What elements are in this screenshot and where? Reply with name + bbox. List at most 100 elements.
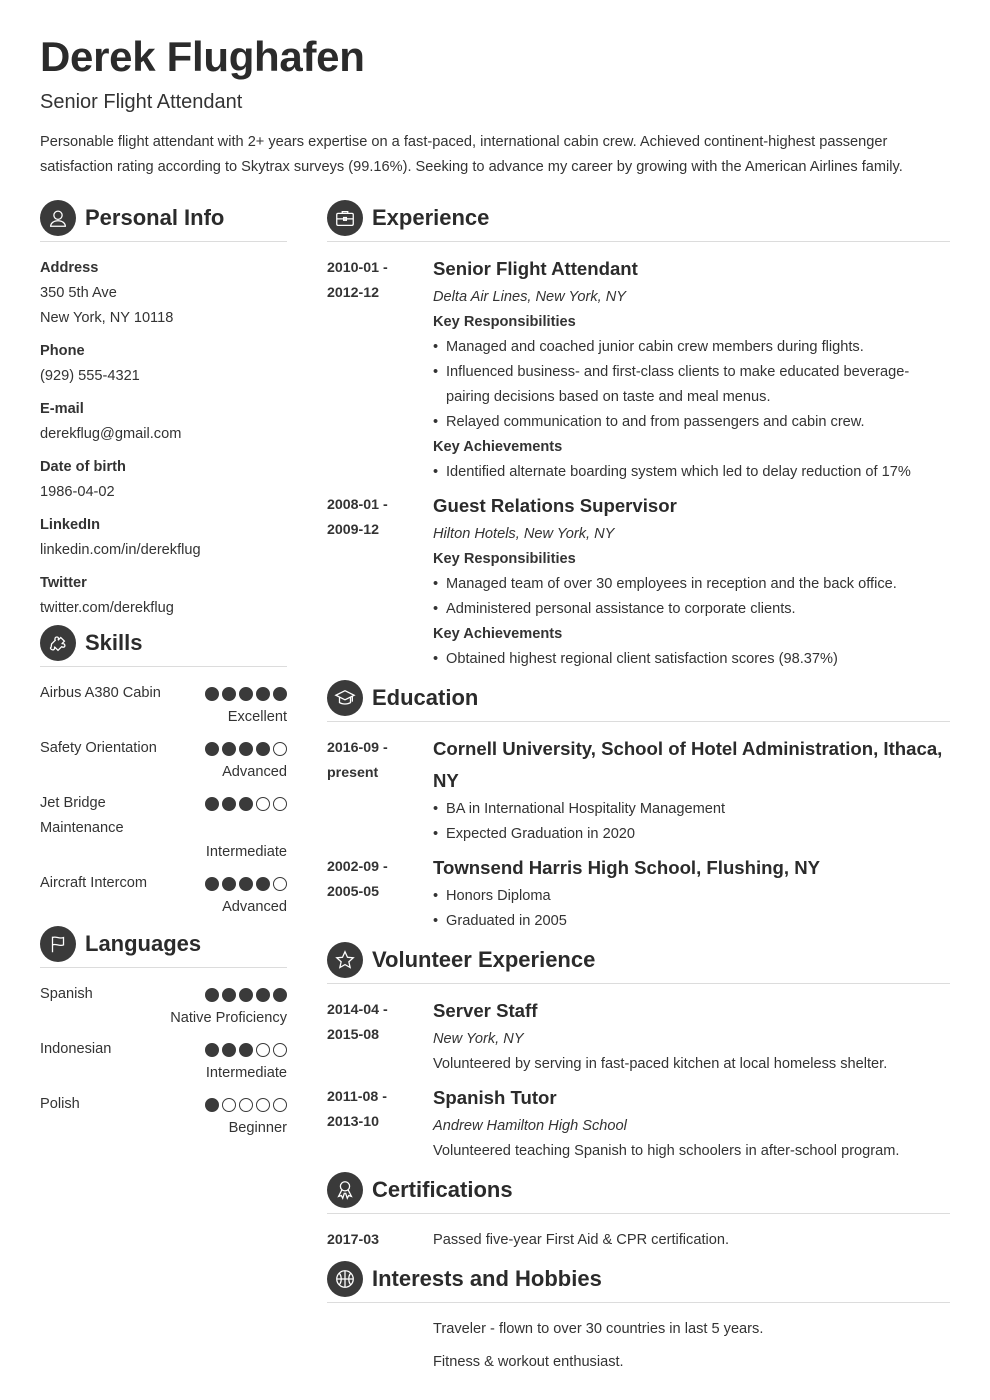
section-header: Education [327, 680, 950, 722]
languages-section: Languages Spanish Native Proficiency Indon… [40, 926, 287, 1139]
info-link[interactable]: derekflug@gmail.com [40, 422, 287, 447]
bullet-item: Relayed communication to and from passen… [433, 410, 950, 435]
bullet-item: Expected Graduation in 2020 [433, 822, 950, 847]
proficiency-level: Intermediate [205, 844, 287, 860]
personal-info-item: Date of birth 1986-04-02 [40, 455, 287, 505]
section-title: Skills [85, 630, 143, 655]
resume-header: Derek Flughafen Senior Flight Attendant … [40, 30, 950, 180]
certifications-section: Certifications 2017-03 Passed five-year F… [327, 1172, 950, 1253]
interests-section: Interests and Hobbies Traveler - flown t… [327, 1261, 950, 1375]
rating-dot-filled [239, 742, 253, 756]
date-end: present [327, 765, 379, 781]
rating-dot-empty [256, 1098, 270, 1112]
personal-info-item: Phone (929) 555-4321 [40, 339, 287, 389]
role-title: Server Staff [433, 1000, 538, 1021]
rating-dot-empty [273, 1098, 287, 1112]
education-entry: 2002-09 - 2005-05 Townsend Harris High Sch… [327, 855, 950, 934]
skills-section: Skills Airbus A380 Cabin Excellent Safety … [40, 625, 287, 918]
rating-dot-empty [273, 1043, 287, 1057]
section-header: Interests and Hobbies [327, 1261, 950, 1303]
section-title: Languages [85, 931, 202, 956]
rating-dot-filled [205, 797, 219, 811]
left-column: Personal Info Address 350 5th Ave New York… [40, 200, 287, 1147]
rating-dot-filled [256, 687, 270, 701]
rating-row: Jet Bridge Maintenance [40, 791, 287, 841]
bullet-item: Identified alternate boarding system whi… [433, 460, 950, 485]
date-start: 2010-01 - [327, 260, 388, 276]
organization: Andrew Hamilton High School [433, 1118, 627, 1134]
description: Volunteered teaching Spanish to high sch… [433, 1143, 900, 1159]
rating-row: Indonesian [40, 1037, 287, 1062]
certification-entry: 2017-03 Passed five-year First Aid & CPR … [327, 1228, 950, 1253]
rating-row: Spanish [40, 982, 287, 1007]
info-link[interactable]: linkedin.com/in/derekflug [40, 538, 287, 563]
rating-row: Airbus A380 Cabin [40, 681, 287, 706]
rating-dot-empty [256, 1043, 270, 1057]
info-label: Phone [40, 343, 85, 359]
certification-date: 2017-03 [327, 1232, 380, 1248]
rating-dot-filled [222, 742, 236, 756]
employer: Hilton Hotels, New York, NY [433, 526, 615, 542]
info-label: E-mail [40, 401, 84, 417]
bullet-list: Managed and coached junior cabin crew me… [433, 335, 950, 435]
volunteer-entry: 2011-08 - 2013-10 Spanish Tutor Andrew Hami… [327, 1085, 950, 1164]
candidate-title: Senior Flight Attendant [40, 91, 243, 113]
section-title: Experience [372, 205, 490, 230]
info-label: Date of birth [40, 459, 126, 475]
rating-dot-filled [239, 797, 253, 811]
rating-dot-filled [256, 877, 270, 891]
entry-date: 2008-01 - 2009-12 [327, 493, 433, 672]
rating-dot-empty [239, 1098, 253, 1112]
interest-text: Fitness & workout enthusiast. [433, 1354, 624, 1370]
proficiency-level: Intermediate [205, 1065, 287, 1081]
skill-name: Jet Bridge Maintenance [40, 795, 124, 836]
candidate-name: Derek Flughafen [40, 33, 365, 80]
bullet-item: Obtained highest regional client satisfa… [433, 647, 950, 672]
summary: Personable flight attendant with 2+ year… [40, 134, 903, 175]
role-title: Spanish Tutor [433, 1087, 557, 1108]
bullet-list: Honors DiplomaGraduated in 2005 [433, 884, 950, 934]
rating-dot-filled [222, 988, 236, 1002]
section-title: Volunteer Experience [372, 947, 596, 972]
date-end: 2013-10 [327, 1114, 380, 1130]
responsibilities-label: Key Responsibilities [433, 551, 576, 567]
bullet-item: Administered personal assistance to corp… [433, 597, 950, 622]
bullet-item: BA in International Hospitality Manageme… [433, 797, 950, 822]
entry-body: Cornell University, School of Hotel Admi… [433, 736, 950, 847]
rating-row: Safety Orientation [40, 736, 287, 761]
proficiency-level: Advanced [222, 764, 287, 780]
rating-dots [205, 1043, 287, 1057]
language-item: Spanish Native Proficiency [40, 982, 287, 1029]
date-end: 2005-05 [327, 884, 380, 900]
rating-dots [205, 797, 287, 811]
entry-body: Townsend Harris High School, Flushing, N… [433, 855, 950, 934]
entry-body: Senior Flight Attendant Delta Air Lines, … [433, 256, 950, 485]
description: Volunteered by serving in fast-paced kit… [433, 1056, 888, 1072]
certification-text: Passed five-year First Aid & CPR certifi… [433, 1232, 730, 1248]
info-link[interactable]: twitter.com/derekflug [40, 596, 287, 621]
entry-date: 2010-01 - 2012-12 [327, 256, 433, 485]
rating-dot-filled [239, 988, 253, 1002]
date-start: 2011-08 - [327, 1089, 387, 1105]
entry-body: Traveler - flown to over 30 countries in… [433, 1317, 950, 1342]
section-title: Education [372, 685, 479, 710]
rating-dot-empty [256, 797, 270, 811]
section-header: Languages [40, 926, 287, 968]
rating-dot-filled [273, 687, 287, 701]
bullet-item: Honors Diploma [433, 884, 950, 909]
personal-info-section: Personal Info Address 350 5th Ave New York… [40, 200, 287, 621]
entry-body: Server Staff New York, NY Volunteered by s… [433, 998, 950, 1077]
skill-item: Aircraft Intercom Advanced [40, 871, 287, 918]
info-value: 350 5th Ave [40, 285, 117, 301]
rating-dots [205, 1098, 287, 1112]
date-start: 2002-09 - [327, 859, 388, 875]
bullet-item: Managed and coached junior cabin crew me… [433, 335, 950, 360]
info-label: LinkedIn [40, 517, 100, 533]
rating-row: Aircraft Intercom [40, 871, 287, 896]
volunteer-section: Volunteer Experience 2014-04 - 2015-08 Ser… [327, 942, 950, 1164]
language-name: Spanish [40, 986, 93, 1002]
entry-body: Passed five-year First Aid & CPR certifi… [433, 1228, 950, 1253]
rating-dot-filled [205, 687, 219, 701]
education-section: Education 2016-09 - present Cornell Univer… [327, 680, 950, 934]
bullet-item: Managed team of over 30 employees in rec… [433, 572, 950, 597]
